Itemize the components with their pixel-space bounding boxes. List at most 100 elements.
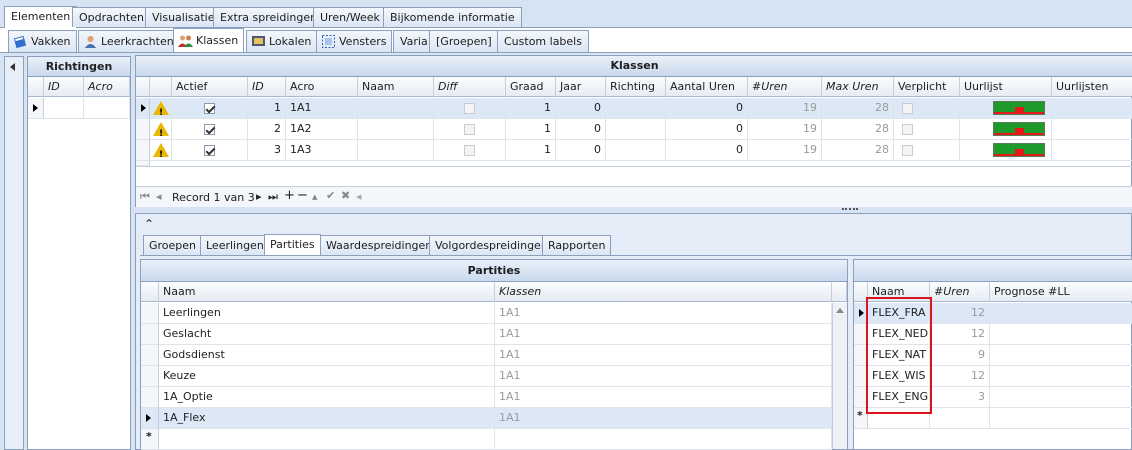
diff-checkbox-cell[interactable]: [434, 98, 506, 119]
col-actief[interactable]: Actief: [172, 77, 248, 97]
cell-max-uren[interactable]: 28: [822, 98, 894, 119]
tab-bijkomende-informatie[interactable]: Bijkomende informatie: [383, 7, 522, 27]
actief-checkbox-cell[interactable]: [172, 98, 248, 119]
cell-prognose[interactable]: [990, 345, 1132, 366]
cell-jaar[interactable]: 0: [556, 98, 606, 119]
cell-uren[interactable]: 9: [930, 345, 990, 366]
tab-waardespreidingen[interactable]: Waardespreidingen: [320, 235, 439, 255]
tab-groepen[interactable]: Groepen: [143, 235, 203, 255]
col-uren[interactable]: #Uren: [930, 282, 990, 302]
diff-checkbox-cell[interactable]: [434, 140, 506, 161]
cell-prognose[interactable]: [990, 324, 1132, 345]
subtab-lokalen[interactable]: Lokalen: [246, 30, 318, 52]
tab-leerlingen[interactable]: Leerlingen: [200, 235, 270, 255]
cancel-record-button[interactable]: ✖: [341, 189, 350, 202]
subtab-groepen[interactable]: [Groepen]: [429, 30, 499, 52]
cell-acro[interactable]: 1A1: [286, 98, 358, 119]
col-acro[interactable]: Acro: [286, 77, 358, 97]
new-row-cell[interactable]: [495, 429, 832, 450]
cell-prognose[interactable]: [990, 387, 1132, 408]
verplicht-checkbox[interactable]: [902, 124, 913, 135]
cell-uren[interactable]: 12: [930, 366, 990, 387]
verplicht-checkbox[interactable]: [902, 145, 913, 156]
cell-naam[interactable]: [358, 119, 434, 140]
cell-naam[interactable]: Keuze: [159, 366, 495, 387]
col-max-uren[interactable]: Max Uren: [822, 77, 894, 97]
col-prognose-ll[interactable]: Prognose #LL: [990, 282, 1132, 302]
save-record-button[interactable]: ✔: [326, 189, 335, 202]
new-row-cell[interactable]: [990, 408, 1132, 429]
cell-prognose[interactable]: [990, 366, 1132, 387]
actief-checkbox[interactable]: [204, 103, 215, 114]
add-record-button[interactable]: +: [284, 188, 295, 203]
uurlijsten-cell[interactable]: [1052, 119, 1132, 140]
last-record-button[interactable]: ⏭: [268, 190, 278, 204]
cell-graad[interactable]: 1: [506, 119, 556, 140]
cell-naam[interactable]: Leerlingen: [159, 303, 495, 324]
cell-jaar[interactable]: 0: [556, 119, 606, 140]
tab-opdrachten[interactable]: Opdrachten: [72, 7, 151, 27]
prev-record-button[interactable]: ◂: [156, 190, 162, 203]
tab-visualisatie[interactable]: Visualisatie: [145, 7, 222, 27]
col-id[interactable]: ID: [44, 77, 84, 97]
cell-uren[interactable]: 12: [930, 324, 990, 345]
cell-id[interactable]: 3: [248, 140, 286, 161]
warning-cell[interactable]: !: [150, 140, 172, 161]
cell-uren[interactable]: 19: [748, 98, 822, 119]
actief-checkbox-cell[interactable]: [172, 140, 248, 161]
cell-klassen[interactable]: 1A1: [495, 366, 832, 387]
uurlijst-cell[interactable]: [960, 140, 1052, 161]
cell-klassen[interactable]: 1A1: [495, 408, 832, 429]
uurlijsten-cell[interactable]: [1052, 140, 1132, 161]
cell-klassen[interactable]: 1A1: [495, 324, 832, 345]
cell-id[interactable]: 2: [248, 119, 286, 140]
cell-aantal-uren[interactable]: 0: [666, 119, 748, 140]
verplicht-checkbox-cell[interactable]: [894, 98, 960, 119]
tab-partities[interactable]: Partities: [264, 234, 321, 255]
subtab-leerkrachten[interactable]: Leerkrachten: [78, 30, 180, 52]
cell-naam[interactable]: 1A_Optie: [159, 387, 495, 408]
cell-uren[interactable]: 19: [748, 140, 822, 161]
first-record-button[interactable]: ⏮: [140, 190, 150, 204]
col-uurlijst[interactable]: Uurlijst: [960, 77, 1052, 97]
actief-checkbox[interactable]: [204, 124, 215, 135]
cell-graad[interactable]: 1: [506, 140, 556, 161]
tab-rapporten[interactable]: Rapporten: [542, 235, 612, 255]
scroll-left-icon[interactable]: ◂: [356, 190, 362, 203]
verplicht-checkbox[interactable]: [902, 103, 913, 114]
edit-record-button[interactable]: ▴: [312, 190, 318, 203]
col-graad[interactable]: Graad: [506, 77, 556, 97]
col-acro[interactable]: Acro: [84, 77, 130, 97]
cell-acro[interactable]: 1A3: [286, 140, 358, 161]
table-cell[interactable]: [44, 98, 84, 119]
diff-checkbox[interactable]: [464, 124, 475, 135]
cell-naam[interactable]: Geslacht: [159, 324, 495, 345]
actief-checkbox[interactable]: [204, 145, 215, 156]
cell-uren[interactable]: 12: [930, 303, 990, 324]
diff-checkbox[interactable]: [464, 103, 475, 114]
col-verplicht[interactable]: Verplicht: [894, 77, 960, 97]
uurlijst-cell[interactable]: [960, 119, 1052, 140]
collapse-left-icon[interactable]: [10, 63, 15, 71]
collapse-up-icon[interactable]: ⌃: [144, 217, 154, 231]
cell-richting[interactable]: [606, 98, 666, 119]
cell-naam[interactable]: [358, 140, 434, 161]
col-uren[interactable]: #Uren: [748, 77, 822, 97]
collapse-strip[interactable]: [4, 56, 24, 450]
subtab-vakken[interactable]: Vakken: [8, 30, 77, 52]
cell-max-uren[interactable]: 28: [822, 119, 894, 140]
col-diff[interactable]: Diff: [434, 77, 506, 97]
uurlijsten-cell[interactable]: [1052, 98, 1132, 119]
table-cell[interactable]: [84, 98, 130, 119]
verplicht-checkbox-cell[interactable]: [894, 140, 960, 161]
tab-elementen[interactable]: Elementen: [4, 6, 78, 28]
col-aantal-uren[interactable]: Aantal Uren: [666, 77, 748, 97]
vertical-scrollbar[interactable]: [832, 303, 847, 449]
diff-checkbox-cell[interactable]: [434, 119, 506, 140]
cell-aantal-uren[interactable]: 0: [666, 140, 748, 161]
actief-checkbox-cell[interactable]: [172, 119, 248, 140]
cell-klassen[interactable]: 1A1: [495, 345, 832, 366]
cell-richting[interactable]: [606, 119, 666, 140]
col-jaar[interactable]: Jaar: [556, 77, 606, 97]
scroll-up-icon[interactable]: [836, 308, 844, 313]
